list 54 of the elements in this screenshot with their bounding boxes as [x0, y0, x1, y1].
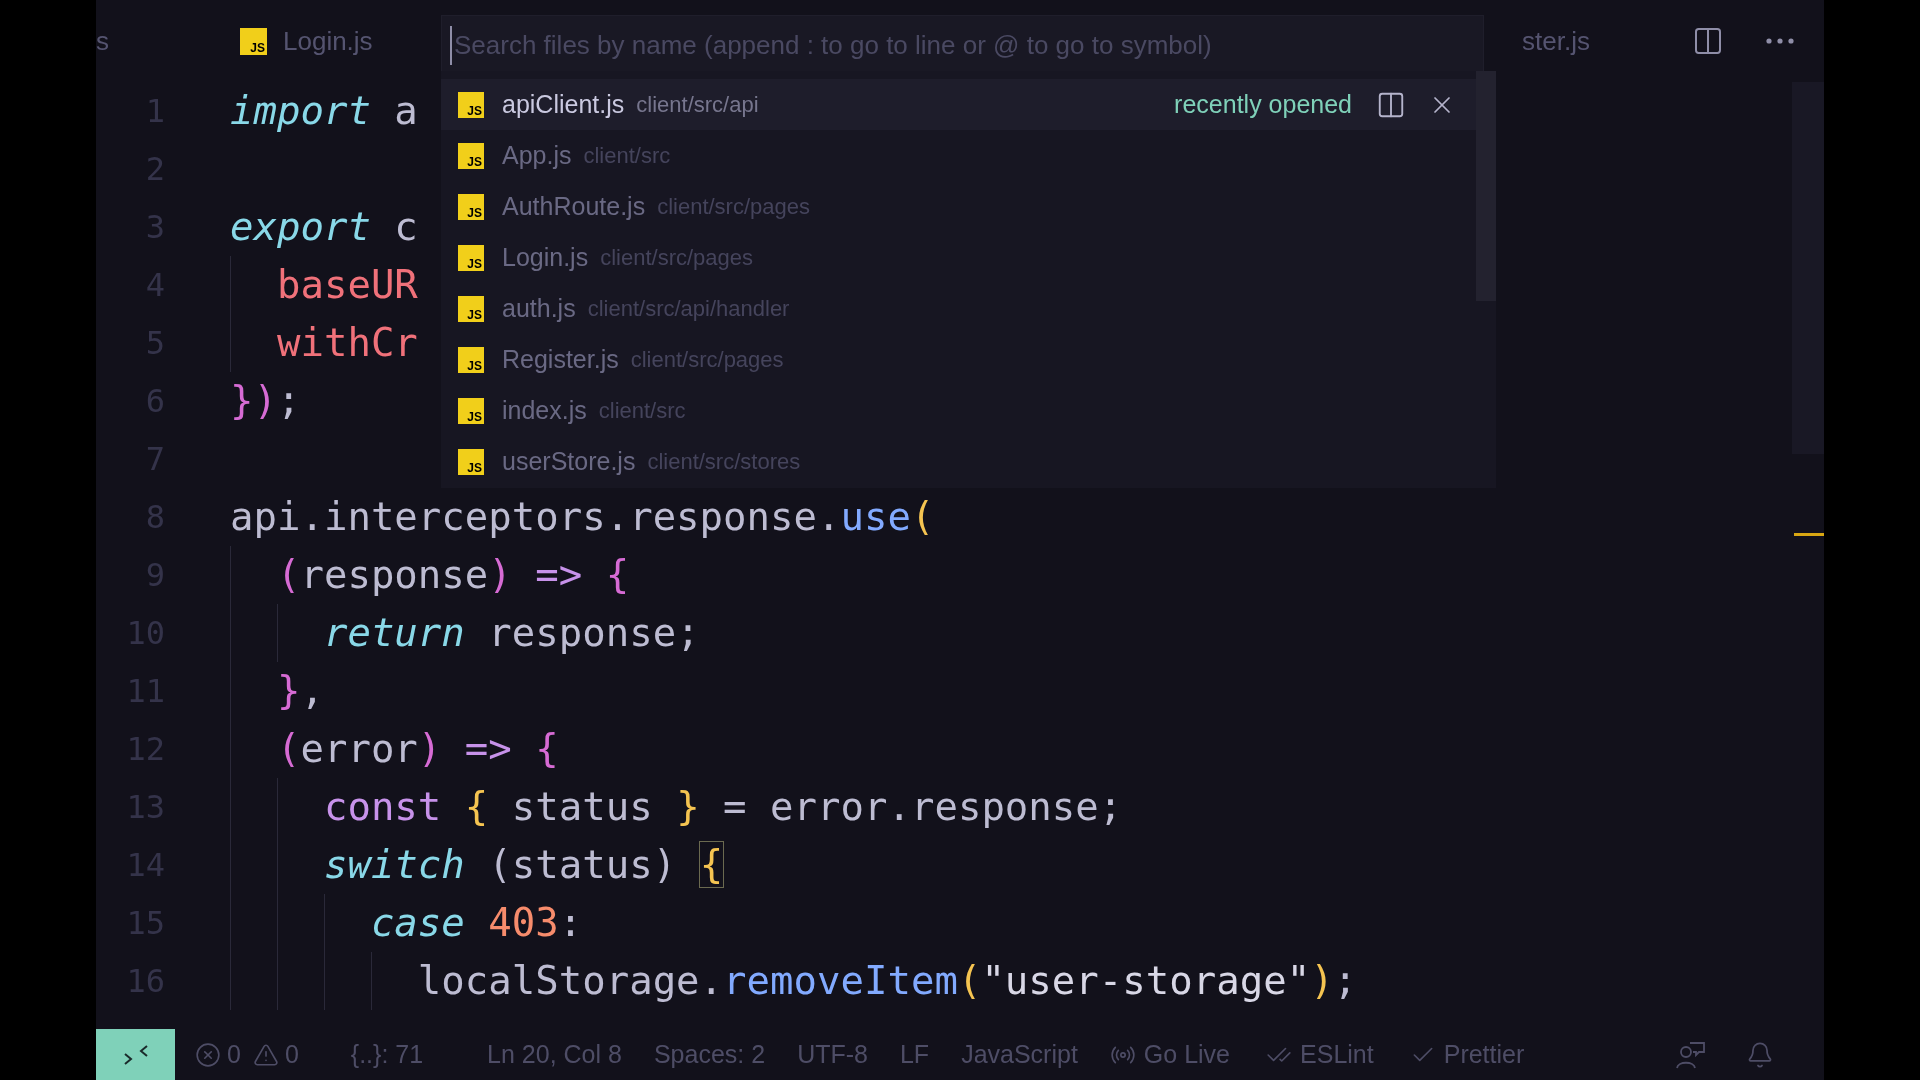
- remote-button[interactable]: [96, 1029, 175, 1080]
- file-result[interactable]: JS index.js client/src: [441, 385, 1476, 436]
- recently-opened-label: recently opened: [1174, 88, 1352, 120]
- js-file-icon: JS: [458, 142, 484, 169]
- file-result[interactable]: JS App.js client/src: [441, 130, 1476, 181]
- status-item[interactable]: {..}: 71: [350, 1035, 424, 1074]
- eslint-button[interactable]: ESLint: [1266, 1035, 1374, 1074]
- file-result[interactable]: JS auth.js client/src/api/handler: [441, 283, 1476, 334]
- code-line: switch (status) {: [322, 842, 724, 887]
- code-line: baseUR: [275, 262, 418, 307]
- code-line: const { status } = error.response;: [322, 784, 1123, 829]
- editor-tab[interactable]: JS Login.js: [226, 0, 393, 82]
- js-file-icon: JS: [458, 397, 484, 424]
- file-result[interactable]: JS userStore.js client/src/stores: [441, 436, 1476, 487]
- code-line: localStorage.removeItem("user-storage");: [416, 958, 1358, 1003]
- code-line: (response) => {: [275, 552, 630, 597]
- file-result[interactable]: JS apiClient.js client/src/api recently opened: [441, 79, 1476, 130]
- status-item[interactable]: JavaScript: [961, 1035, 1078, 1074]
- code-line: withCr: [275, 320, 418, 365]
- error-icon: [195, 1041, 221, 1068]
- js-file-icon: JS: [458, 295, 484, 322]
- status-item[interactable]: UTF-8: [797, 1035, 868, 1074]
- js-file-icon: JS: [458, 346, 484, 373]
- status-item[interactable]: Spaces: 2: [653, 1035, 766, 1074]
- js-file-icon: JS: [240, 27, 267, 55]
- code-line: import a: [230, 88, 418, 133]
- scrollbar-thumb[interactable]: [1792, 82, 1824, 454]
- file-result[interactable]: JS Register.js client/src/pages: [441, 334, 1476, 385]
- editor-tab[interactable]: s: [96, 0, 109, 82]
- code-line: });: [230, 378, 301, 423]
- prettier-button[interactable]: Prettier: [1409, 1035, 1525, 1074]
- code-line: api.interceptors.response.use(: [230, 494, 935, 539]
- go-live-button[interactable]: Go Live: [1109, 1035, 1231, 1074]
- code-line: (error) => {: [275, 726, 559, 771]
- problems-button[interactable]: 0 0: [195, 1035, 299, 1074]
- code-line: case 403:: [369, 900, 583, 945]
- feedback-icon[interactable]: [1676, 1040, 1706, 1069]
- js-file-icon: JS: [458, 244, 484, 271]
- overview-marker: [1794, 533, 1824, 536]
- remote-icon: [122, 1043, 149, 1066]
- code-line: return response;: [322, 610, 700, 655]
- js-file-icon: JS: [458, 193, 484, 220]
- notifications-icon[interactable]: [1746, 1040, 1774, 1069]
- code-line: },: [275, 668, 324, 713]
- editor-tab[interactable]: ster.js: [1522, 0, 1590, 82]
- status-item[interactable]: LF: [899, 1035, 930, 1074]
- js-file-icon: JS: [458, 448, 484, 475]
- js-file-icon: JS: [458, 91, 484, 118]
- status-item[interactable]: Ln 20, Col 8: [487, 1035, 622, 1074]
- file-result[interactable]: JS AuthRoute.js client/src/pages: [441, 181, 1476, 232]
- file-result[interactable]: JS Login.js client/src/pages: [441, 232, 1476, 283]
- more-icon: [1766, 38, 1794, 44]
- split-icon: [1692, 25, 1724, 57]
- code-line: export c: [230, 204, 418, 249]
